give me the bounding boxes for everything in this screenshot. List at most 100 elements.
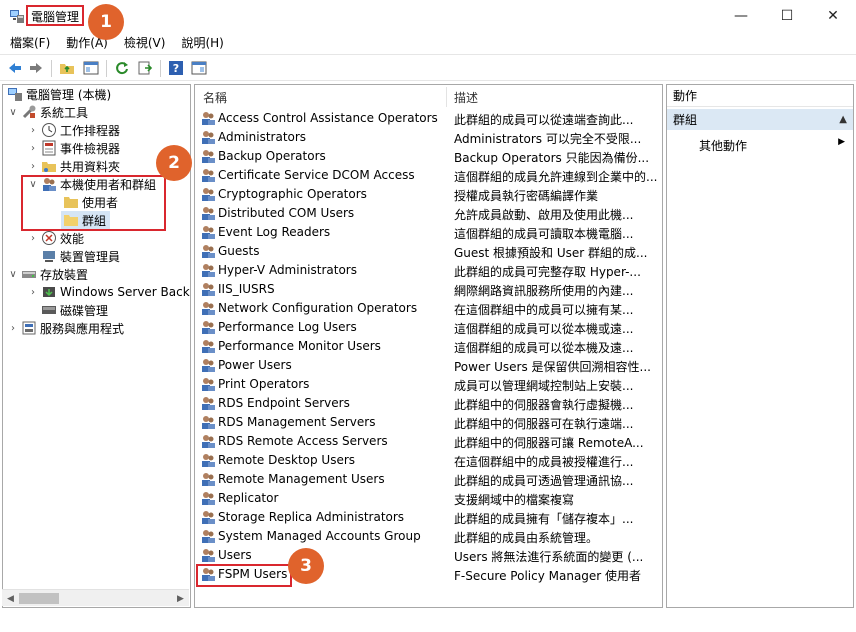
refresh-icon[interactable] xyxy=(113,59,131,77)
group-name: Storage Replica Administrators xyxy=(218,510,405,524)
tree-item-disk-management[interactable]: 磁碟管理 xyxy=(39,301,108,319)
list-row[interactable]: Access Control Assistance Operators 此群組的成… xyxy=(195,109,662,128)
tree-item-device-manager[interactable]: 裝置管理員 xyxy=(39,247,120,265)
more-actions-item[interactable]: 其他動作 xyxy=(699,137,747,154)
tree-item-system-tools[interactable]: ∨ 系統工具 xyxy=(7,103,88,121)
column-header-description[interactable]: 描述 xyxy=(454,85,478,109)
callout-badge-1: 1 xyxy=(88,4,124,40)
close-button[interactable]: ✕ xyxy=(810,0,856,31)
expand-caret-icon[interactable]: ∨ xyxy=(7,107,19,118)
collapse-up-icon[interactable]: ▲ xyxy=(839,114,847,125)
group-name: Event Log Readers xyxy=(218,225,331,239)
list-row[interactable]: Guests Guest 根據預設和 User 群組的成... xyxy=(195,242,662,261)
group-description: 這個群組的成員可以從本機或遠... xyxy=(454,322,634,336)
list-row[interactable]: Backup Operators Backup Operators 只能因為備份.… xyxy=(195,147,662,166)
tree-item-task-scheduler[interactable]: › 工作排程器 xyxy=(27,121,120,139)
group-description: 這個群組的成員允許連線到企業中的... xyxy=(454,170,658,184)
group-icon xyxy=(200,414,216,430)
help-icon[interactable]: ? xyxy=(167,59,185,77)
group-icon xyxy=(200,205,216,221)
maximize-button[interactable]: ☐ xyxy=(764,0,810,31)
list-row[interactable]: Event Log Readers 這個群組的成員可讀取本機電腦... xyxy=(195,223,662,242)
list-row[interactable]: Power Users Power Users 是保留供回溯相容性... xyxy=(195,356,662,375)
list-row[interactable]: IIS_IUSRS 網際網路資訊服務所使用的內建... xyxy=(195,280,662,299)
tree-item-services-applications[interactable]: › 服務與應用程式 xyxy=(7,319,124,337)
tree-item-storage[interactable]: ∨ 存放裝置 xyxy=(7,265,88,283)
group-icon xyxy=(200,243,216,259)
group-name: Hyper-V Administrators xyxy=(218,263,357,277)
expand-caret-icon[interactable]: › xyxy=(27,233,39,244)
group-icon xyxy=(200,357,216,373)
menu-file[interactable]: 檔案(F) xyxy=(10,34,50,51)
list-row[interactable]: Print Operators 成員可以管理網域控制站上安裝... xyxy=(195,375,662,394)
tree-horizontal-scrollbar[interactable]: ◀ ▶ xyxy=(2,589,189,606)
column-header-name[interactable]: 名稱 xyxy=(203,85,227,109)
group-name: Performance Log Users xyxy=(218,320,357,334)
event-viewer-icon xyxy=(41,140,57,156)
group-icon xyxy=(200,509,216,525)
actions-group-section[interactable]: 群組 ▲ xyxy=(667,109,853,130)
group-description: 成員可以管理網域控制站上安裝... xyxy=(454,379,634,393)
scroll-right-icon[interactable]: ▶ xyxy=(172,590,189,607)
list-row[interactable]: RDS Endpoint Servers 此群組中的伺服器會執行虛擬機... xyxy=(195,394,662,413)
group-icon xyxy=(200,433,216,449)
group-description: Users 將無法進行系統面的變更 (... xyxy=(454,550,644,564)
toolbar: ? xyxy=(0,54,856,81)
scroll-left-icon[interactable]: ◀ xyxy=(2,590,19,607)
list-row[interactable]: Certificate Service DCOM Access 這個群組的成員允許… xyxy=(195,166,662,185)
menu-help[interactable]: 說明(H) xyxy=(181,34,223,51)
tree-item-event-viewer[interactable]: › 事件檢視器 xyxy=(27,139,120,157)
expand-caret-icon[interactable]: › xyxy=(27,143,39,154)
expand-caret-icon[interactable]: ∨ xyxy=(7,269,19,280)
forward-arrow-icon[interactable] xyxy=(27,59,45,77)
list-row[interactable]: Administrators Administrators 可以完全不受限... xyxy=(195,128,662,147)
tree-item-performance[interactable]: › 效能 xyxy=(27,229,84,247)
group-icon xyxy=(200,319,216,335)
list-row[interactable]: Network Configuration Operators 在這個群組中的成員… xyxy=(195,299,662,318)
list-row[interactable]: Storage Replica Administrators 此群組的成員擁有「儲… xyxy=(195,508,662,527)
back-arrow-icon[interactable] xyxy=(6,59,24,77)
list-row[interactable]: Hyper-V Administrators 此群組的成員可完整存取 Hyper-… xyxy=(195,261,662,280)
list-row[interactable]: RDS Remote Access Servers 此群組中的伺服器可讓 Remo… xyxy=(195,432,662,451)
tree-item-computer-management[interactable]: 電腦管理 (本機) xyxy=(5,85,111,103)
properties-icon[interactable] xyxy=(190,59,208,77)
list-row[interactable]: Remote Management Users 此群組的成員可透過管理通訊協... xyxy=(195,470,662,489)
group-description: Power Users 是保留供回溯相容性... xyxy=(454,360,651,374)
group-description: 授權成員執行密碼編譯作業 xyxy=(454,189,599,203)
group-icon xyxy=(200,528,216,544)
scroll-thumb[interactable] xyxy=(19,593,59,604)
list-row[interactable]: Cryptographic Operators 授權成員執行密碼編譯作業 xyxy=(195,185,662,204)
group-name: Certificate Service DCOM Access xyxy=(218,168,415,182)
tree-label: 服務與應用程式 xyxy=(40,321,125,336)
minimize-button[interactable]: — xyxy=(718,0,764,31)
group-icon xyxy=(200,376,216,392)
expand-caret-icon[interactable]: › xyxy=(27,125,39,136)
list-row[interactable]: Replicator 支援網域中的檔案複寫 xyxy=(195,489,662,508)
show-hide-tree-icon[interactable] xyxy=(82,59,100,77)
list-row[interactable]: Remote Desktop Users 在這個群組中的成員被授權進行... xyxy=(195,451,662,470)
backup-icon xyxy=(41,284,57,300)
list-row[interactable]: Performance Log Users 這個群組的成員可以從本機或遠... xyxy=(195,318,662,337)
export-list-icon[interactable] xyxy=(136,59,154,77)
actions-pane: 動作 群組 ▲ 其他動作 ▶ xyxy=(666,84,854,608)
group-description: 允許成員啟動、啟用及使用此機... xyxy=(454,208,634,222)
callout-badge-2: 2 xyxy=(156,145,192,181)
list-row[interactable]: Distributed COM Users 允許成員啟動、啟用及使用此機... xyxy=(195,204,662,223)
groups-list-pane: 名稱 描述 Access Control Assistance Operator… xyxy=(194,84,663,608)
group-name: Network Configuration Operators xyxy=(218,301,418,315)
tree-item-shared-folders[interactable]: › 共用資料夾 xyxy=(27,157,120,175)
expand-caret-icon[interactable]: › xyxy=(7,323,19,334)
group-icon xyxy=(200,167,216,183)
expand-caret-icon[interactable]: › xyxy=(27,287,39,298)
list-row[interactable]: Users Users 將無法進行系統面的變更 (... xyxy=(195,546,662,565)
list-row[interactable]: RDS Management Servers 此群組中的伺服器可在執行遠端... xyxy=(195,413,662,432)
menu-view[interactable]: 檢視(V) xyxy=(124,34,166,51)
up-folder-icon[interactable] xyxy=(58,59,76,77)
tree-item-windows-server-backup[interactable]: › Windows Server Backup xyxy=(27,283,190,301)
group-icon xyxy=(200,471,216,487)
list-row[interactable]: System Managed Accounts Group 此群組的成員由系統管理… xyxy=(195,527,662,546)
list-row[interactable]: Performance Monitor Users 這個群組的成員可以從本機及遠.… xyxy=(195,337,662,356)
group-description: Backup Operators 只能因為備份... xyxy=(454,151,650,165)
tree-label: 電腦管理 (本機) xyxy=(26,87,112,102)
expand-caret-icon[interactable]: › xyxy=(27,161,39,172)
